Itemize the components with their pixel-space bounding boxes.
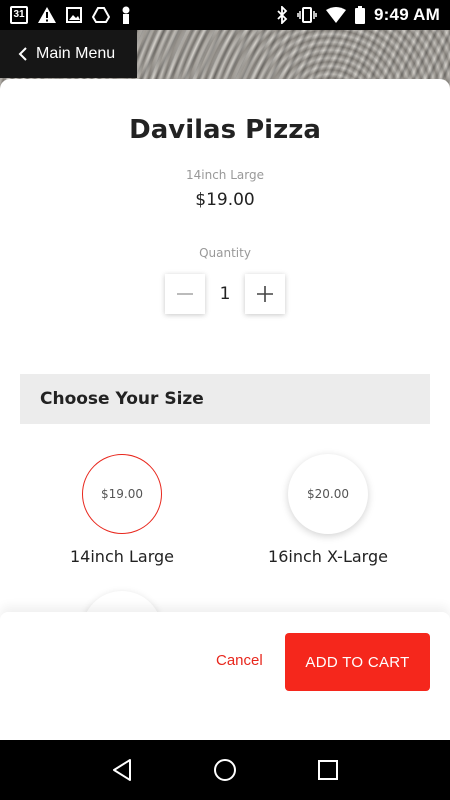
recents-square-icon bbox=[318, 760, 339, 780]
status-right-icons: 9:49 AM bbox=[277, 5, 440, 25]
quantity-increase-button[interactable] bbox=[245, 274, 285, 314]
back-to-main-menu-button[interactable]: Main Menu bbox=[0, 30, 137, 78]
size-option-name: 14inch Large bbox=[70, 547, 174, 566]
quantity-stepper: 1 bbox=[165, 274, 285, 314]
size-option-name: 16inch X-Large bbox=[268, 547, 388, 566]
size-option-16inch[interactable]: $20.00 16inch X-Large bbox=[243, 454, 413, 566]
warning-icon bbox=[38, 7, 56, 23]
status-left-icons: 31 bbox=[10, 6, 132, 24]
back-triangle-icon bbox=[112, 759, 131, 781]
size-section-title: Choose Your Size bbox=[40, 389, 204, 409]
product-title: Davilas Pizza bbox=[129, 115, 321, 145]
nav-back-button[interactable] bbox=[102, 750, 142, 790]
home-circle-icon bbox=[213, 759, 236, 781]
add-to-cart-button[interactable]: ADD TO CART bbox=[285, 633, 430, 691]
person-icon bbox=[122, 6, 130, 24]
back-button-label: Main Menu bbox=[36, 45, 116, 62]
nav-home-button[interactable] bbox=[205, 750, 245, 790]
size-option-14inch[interactable]: $19.00 14inch Large bbox=[37, 454, 207, 566]
calendar-icon: 31 bbox=[10, 6, 28, 24]
quantity-decrease-button[interactable] bbox=[165, 274, 205, 314]
size-option-price: $19.00 bbox=[82, 454, 162, 534]
plus-icon bbox=[257, 286, 273, 302]
size-option-price: $20.00 bbox=[288, 454, 368, 534]
status-time: 9:49 AM bbox=[374, 5, 440, 24]
wifi-icon bbox=[326, 7, 347, 23]
quantity-value: 1 bbox=[219, 284, 231, 304]
drive-icon bbox=[92, 7, 110, 23]
product-size: 14inch Large bbox=[186, 168, 264, 182]
nav-recents-button[interactable] bbox=[308, 750, 348, 790]
image-icon bbox=[66, 7, 82, 23]
minus-icon bbox=[177, 293, 193, 295]
size-section-header: Choose Your Size bbox=[20, 374, 430, 424]
product-price: $19.00 bbox=[195, 190, 255, 210]
bluetooth-icon bbox=[277, 6, 288, 24]
action-bar: Cancel ADD TO CART bbox=[0, 612, 450, 740]
chevron-left-icon bbox=[18, 47, 27, 61]
battery-icon bbox=[355, 6, 366, 24]
status-bar: 31 9:49 AM bbox=[0, 0, 450, 30]
vibrate-icon bbox=[297, 7, 317, 23]
quantity-label: Quantity bbox=[199, 246, 251, 260]
cancel-button[interactable]: Cancel bbox=[216, 652, 263, 669]
navigation-bar bbox=[0, 740, 450, 800]
calendar-day: 31 bbox=[13, 9, 25, 20]
